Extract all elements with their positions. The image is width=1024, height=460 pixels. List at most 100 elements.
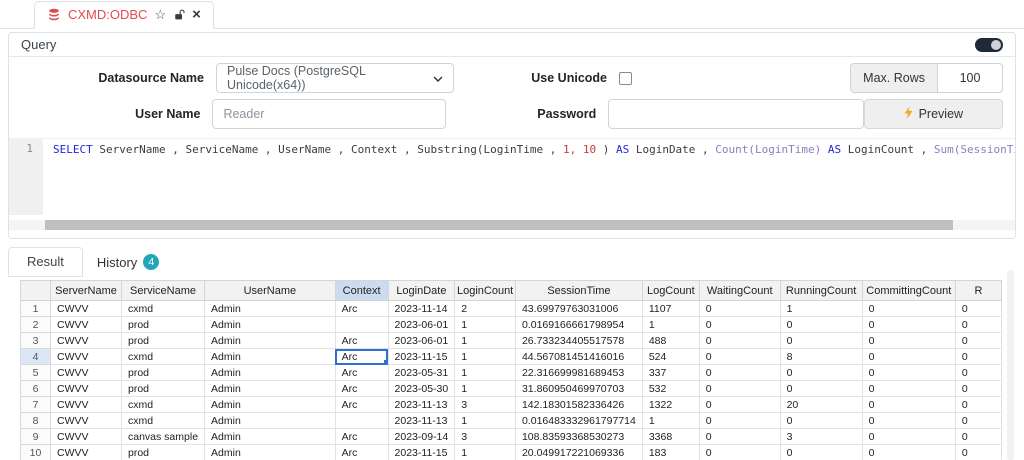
table-cell[interactable]: CWVV xyxy=(51,429,122,445)
table-cell[interactable]: Arc xyxy=(335,349,388,365)
table-cell[interactable]: 0 xyxy=(862,429,955,445)
table-cell[interactable]: 2023-11-13 xyxy=(388,397,455,413)
table-cell[interactable]: 0 xyxy=(699,381,780,397)
table-cell[interactable]: Admin xyxy=(205,397,336,413)
table-cell[interactable]: 1 xyxy=(455,445,516,460)
table-cell[interactable]: Arc xyxy=(335,301,388,317)
use-unicode-checkbox[interactable] xyxy=(619,72,632,85)
table-cell[interactable]: 0 xyxy=(955,381,1001,397)
preview-button[interactable]: Preview xyxy=(864,99,1003,129)
editor-horizontal-scrollbar[interactable] xyxy=(9,220,1015,230)
column-header[interactable]: ServiceName xyxy=(122,281,205,301)
table-cell[interactable]: 0 xyxy=(780,445,862,460)
unlock-icon[interactable] xyxy=(173,8,185,21)
password-input[interactable] xyxy=(608,99,863,129)
table-cell[interactable]: 8 xyxy=(780,349,862,365)
table-cell[interactable]: Admin xyxy=(205,413,336,429)
column-header[interactable]: LoginCount xyxy=(455,281,516,301)
table-cell[interactable]: cxmd xyxy=(122,349,205,365)
table-cell[interactable]: Arc xyxy=(335,333,388,349)
table-cell[interactable]: 0 xyxy=(862,349,955,365)
table-cell[interactable]: 0 xyxy=(955,333,1001,349)
table-cell[interactable]: 0 xyxy=(699,413,780,429)
table-cell[interactable]: 1 xyxy=(455,333,516,349)
close-tab-icon[interactable]: × xyxy=(192,7,201,22)
table-cell[interactable]: CWVV xyxy=(51,301,122,317)
row-number-cell[interactable]: 5 xyxy=(21,365,51,381)
column-header[interactable] xyxy=(21,281,51,301)
table-cell[interactable]: 183 xyxy=(642,445,699,460)
table-cell[interactable]: 0 xyxy=(699,333,780,349)
table-cell[interactable]: 0 xyxy=(699,365,780,381)
table-cell[interactable]: Admin xyxy=(205,445,336,460)
table-cell[interactable]: canvas sample xyxy=(122,429,205,445)
table-cell[interactable]: Arc xyxy=(335,429,388,445)
table-cell[interactable]: 1 xyxy=(455,381,516,397)
table-cell[interactable]: CWVV xyxy=(51,365,122,381)
column-header[interactable]: WaitingCount xyxy=(699,281,780,301)
table-cell[interactable]: 0 xyxy=(955,429,1001,445)
table-cell[interactable]: cxmd xyxy=(122,397,205,413)
table-cell[interactable]: 2023-11-15 xyxy=(388,445,455,460)
table-cell[interactable]: 0 xyxy=(699,301,780,317)
table-cell[interactable]: 0 xyxy=(780,413,862,429)
column-header[interactable]: RunningCount xyxy=(780,281,862,301)
sql-line[interactable]: SELECT ServerName , ServiceName , UserNa… xyxy=(43,139,1015,157)
tab-result[interactable]: Result xyxy=(8,247,83,277)
scrollbar-thumb[interactable] xyxy=(45,220,953,230)
table-cell[interactable]: 2023-06-01 xyxy=(388,317,455,333)
table-cell[interactable]: 0.0169166661798954 xyxy=(515,317,642,333)
table-cell[interactable]: 0 xyxy=(955,301,1001,317)
column-header[interactable]: UserName xyxy=(205,281,336,301)
panel-toggle-switch[interactable] xyxy=(975,38,1003,52)
row-number-cell[interactable]: 10 xyxy=(21,445,51,460)
table-cell[interactable]: 31.860950469970703 xyxy=(515,381,642,397)
table-cell[interactable]: Arc xyxy=(335,397,388,413)
table-cell[interactable]: 20 xyxy=(780,397,862,413)
table-cell[interactable]: 22.316699981689453 xyxy=(515,365,642,381)
table-cell[interactable]: prod xyxy=(122,381,205,397)
column-header[interactable]: Context xyxy=(335,281,388,301)
column-header[interactable]: LoginDate xyxy=(388,281,455,301)
table-cell[interactable]: prod xyxy=(122,445,205,460)
column-header[interactable]: SessionTime xyxy=(515,281,642,301)
table-cell[interactable]: CWVV xyxy=(51,397,122,413)
table-cell[interactable]: Admin xyxy=(205,381,336,397)
table-cell[interactable]: 3 xyxy=(455,429,516,445)
table-cell[interactable]: CWVV xyxy=(51,381,122,397)
tab-history[interactable]: History 4 xyxy=(83,248,173,277)
table-cell[interactable]: 108.83593368530273 xyxy=(515,429,642,445)
row-number-cell[interactable]: 7 xyxy=(21,397,51,413)
table-cell[interactable]: 337 xyxy=(642,365,699,381)
table-cell[interactable]: 0 xyxy=(955,397,1001,413)
datasource-select[interactable]: Pulse Docs (PostgreSQL Unicode(x64)) xyxy=(216,63,454,93)
table-cell[interactable]: Arc xyxy=(335,445,388,460)
table-cell[interactable]: 3 xyxy=(455,397,516,413)
table-cell[interactable]: 532 xyxy=(642,381,699,397)
table-cell[interactable]: 44.567081451416016 xyxy=(515,349,642,365)
table-cell[interactable]: 0 xyxy=(699,349,780,365)
favorite-star-icon[interactable]: ☆ xyxy=(154,8,166,21)
table-cell[interactable]: 0 xyxy=(955,413,1001,429)
table-cell[interactable]: 2023-05-31 xyxy=(388,365,455,381)
table-cell[interactable]: CWVV xyxy=(51,413,122,429)
table-cell[interactable]: 1 xyxy=(455,365,516,381)
column-header[interactable]: LogCount xyxy=(642,281,699,301)
sql-editor[interactable]: 1 SELECT ServerName , ServiceName , User… xyxy=(9,138,1015,238)
table-cell[interactable]: 2023-11-14 xyxy=(388,301,455,317)
table-cell[interactable]: 0 xyxy=(955,349,1001,365)
table-cell[interactable]: 0 xyxy=(862,333,955,349)
table-cell[interactable]: 1 xyxy=(642,413,699,429)
table-cell[interactable]: 0 xyxy=(699,397,780,413)
table-cell[interactable]: 0 xyxy=(699,429,780,445)
max-rows-input[interactable] xyxy=(937,63,1003,93)
table-cell[interactable]: 0 xyxy=(780,381,862,397)
row-number-cell[interactable]: 4 xyxy=(21,349,51,365)
table-cell[interactable]: 43.69979763031006 xyxy=(515,301,642,317)
row-number-cell[interactable]: 3 xyxy=(21,333,51,349)
table-cell[interactable]: 0 xyxy=(955,365,1001,381)
table-cell[interactable]: 2 xyxy=(455,301,516,317)
table-cell[interactable]: 0.016483332961797714 xyxy=(515,413,642,429)
table-cell[interactable]: 1107 xyxy=(642,301,699,317)
username-input[interactable] xyxy=(212,99,446,129)
